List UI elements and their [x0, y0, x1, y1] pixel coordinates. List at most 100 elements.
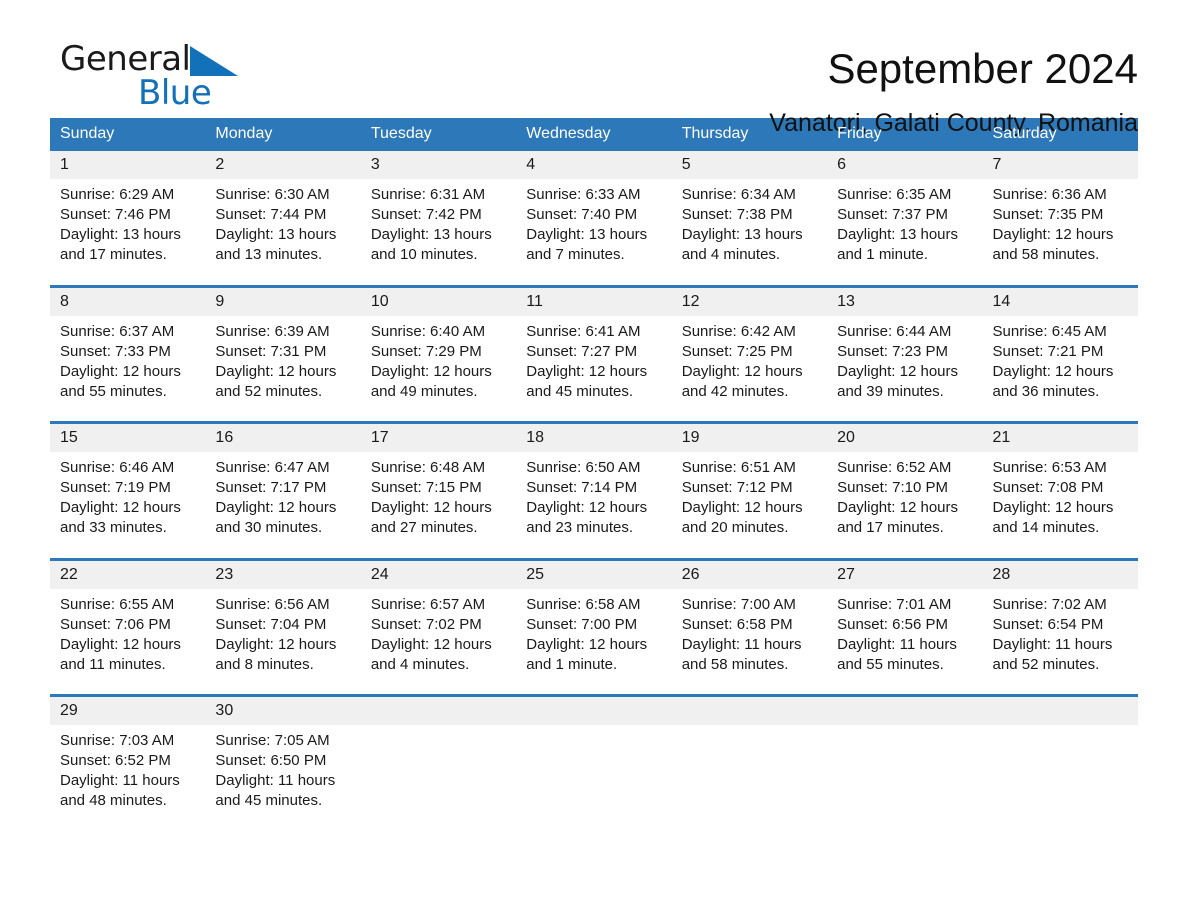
day-detail-cell[interactable]: Sunrise: 7:05 AM Sunset: 6:50 PM Daylight:…	[205, 725, 361, 832]
day-detail-cell[interactable]: Sunrise: 7:00 AM Sunset: 6:58 PM Daylight:…	[671, 588, 828, 696]
day-detail-cell[interactable]: Sunrise: 6:56 AM Sunset: 7:04 PM Daylight:…	[205, 588, 361, 696]
day-detail-cell[interactable]: Sunrise: 6:50 AM Sunset: 7:14 PM Daylight:…	[516, 452, 672, 559]
sunset-text: Sunset: 6:52 PM	[60, 752, 171, 769]
daylight-text-line2: and 11 minutes.	[60, 655, 166, 673]
daylight-text-line1: Daylight: 11 hours	[681, 635, 802, 653]
day-number-cell[interactable]: 12	[671, 284, 828, 316]
day-detail-cell[interactable]: Sunrise: 6:47 AM Sunset: 7:17 PM Daylight:…	[205, 452, 361, 559]
day-number-cell[interactable]: 15	[50, 421, 206, 452]
day-number-cell[interactable]: 30	[205, 694, 361, 725]
daylight-text-line2: and 55 minutes.	[60, 382, 167, 400]
day-detail-cell[interactable]: Sunrise: 6:51 AM Sunset: 7:12 PM Daylight:…	[671, 452, 828, 559]
day-number-cell[interactable]: 19	[671, 421, 828, 452]
day-detail-cell[interactable]: Sunrise: 6:29 AM Sunset: 7:46 PM Daylight:…	[50, 179, 206, 286]
sunrise-sunset-calendar: Sunday Monday Tuesday Wednesday Thursday…	[50, 118, 1138, 832]
day-detail-cell[interactable]: Sunrise: 6:34 AM Sunset: 7:38 PM Daylight:…	[671, 179, 828, 286]
generalblue-logo[interactable]: General Blue	[50, 42, 310, 122]
day-detail-cell[interactable]: Sunrise: 6:58 AM Sunset: 7:00 PM Daylight:…	[516, 588, 672, 696]
sunset-text: Sunset: 6:50 PM	[215, 752, 327, 769]
day-number-cell[interactable]: 13	[827, 284, 983, 316]
day-number-cell[interactable]: 1	[50, 151, 206, 179]
day-detail-cell[interactable]: Sunrise: 6:48 AM Sunset: 7:15 PM Daylight:…	[360, 452, 517, 559]
day-number-cell[interactable]: 2	[205, 151, 361, 179]
day-detail-cell[interactable]: Sunrise: 6:46 AM Sunset: 7:19 PM Daylight:…	[50, 452, 206, 559]
day-number-cell[interactable]: 10	[360, 284, 517, 316]
sunset-text: Sunset: 7:40 PM	[526, 206, 638, 223]
sunrise-text: Sunrise: 6:36 AM	[992, 186, 1107, 203]
daylight-text-line1: Daylight: 13 hours	[526, 226, 648, 243]
daylight-text-line2: and 58 minutes.	[681, 655, 789, 673]
day-detail-cell[interactable]: Sunrise: 7:03 AM Sunset: 6:52 PM Daylight:…	[50, 725, 206, 832]
day-number-cell[interactable]: 26	[671, 557, 828, 589]
day-number-cell[interactable]: 14	[982, 284, 1138, 316]
sunrise-text: Sunrise: 6:55 AM	[60, 595, 175, 613]
sunrise-text: Sunrise: 6:40 AM	[370, 322, 486, 340]
day-detail: Sunrise: 7:03 AM Sunset: 6:52 PM Daylight:…	[60, 731, 197, 811]
daylight-text-line1: Daylight: 12 hours	[215, 635, 337, 653]
day-detail-cell[interactable]: Sunrise: 6:57 AM Sunset: 7:02 PM Daylight:…	[360, 588, 517, 696]
day-detail-cell[interactable]: Sunrise: 7:02 AM Sunset: 6:54 PM Daylight:…	[982, 588, 1138, 696]
day-detail: Sunrise: 6:56 AM Sunset: 7:04 PM Daylight:…	[215, 595, 352, 675]
day-number-cell[interactable]: 4	[516, 151, 672, 179]
sunset-text: Sunset: 7:31 PM	[215, 342, 327, 360]
page-subtitle: Vanatori, Galati County, Romania	[769, 109, 1138, 137]
day-number-cell[interactable]: 23	[205, 557, 361, 589]
triangle-icon	[189, 46, 238, 76]
day-number-cell[interactable]: 28	[982, 557, 1138, 589]
day-detail-cell[interactable]: Sunrise: 7:01 AM Sunset: 6:56 PM Daylight:…	[827, 588, 983, 696]
day-detail: Sunrise: 7:01 AM Sunset: 6:56 PM Daylight:…	[837, 595, 974, 675]
week-detail-row: Sunrise: 6:55 AM Sunset: 7:06 PM Daylight:…	[50, 588, 1138, 696]
day-detail: Sunrise: 6:42 AM Sunset: 7:25 PM Daylight:…	[682, 322, 819, 402]
column-header-sunday: Sunday	[50, 118, 206, 151]
sunset-text: Sunset: 7:25 PM	[681, 342, 793, 360]
day-detail-cell[interactable]: Sunrise: 6:35 AM Sunset: 7:37 PM Daylight:…	[827, 179, 983, 286]
day-number-cell[interactable]: 17	[360, 421, 517, 452]
sunrise-text: Sunrise: 6:52 AM	[837, 459, 952, 476]
day-detail-cell[interactable]: Sunrise: 6:53 AM Sunset: 7:08 PM Daylight:…	[982, 452, 1138, 559]
day-number-cell[interactable]: 3	[360, 151, 517, 179]
day-detail-cell[interactable]: Sunrise: 6:45 AM Sunset: 7:21 PM Daylight:…	[982, 315, 1138, 423]
daylight-text-line1: Daylight: 12 hours	[526, 635, 648, 653]
day-detail-cell[interactable]: Sunrise: 6:44 AM Sunset: 7:23 PM Daylight:…	[827, 315, 983, 423]
empty-detail-cell	[516, 725, 672, 832]
daylight-text-line1: Daylight: 11 hours	[837, 635, 957, 653]
daylight-text-line2: and 49 minutes.	[370, 382, 478, 400]
day-number-cell[interactable]: 21	[982, 421, 1138, 452]
day-number-cell[interactable]: 24	[360, 557, 517, 589]
day-number-cell[interactable]: 16	[205, 421, 361, 452]
day-number-cell[interactable]: 29	[50, 694, 206, 725]
day-detail-cell[interactable]: Sunrise: 6:39 AM Sunset: 7:31 PM Daylight:…	[205, 315, 361, 423]
day-number-cell[interactable]: 27	[827, 557, 983, 589]
day-number-cell[interactable]: 7	[982, 151, 1138, 179]
day-detail: Sunrise: 7:05 AM Sunset: 6:50 PM Daylight:…	[215, 731, 352, 811]
column-header-tuesday: Tuesday	[360, 118, 517, 151]
day-detail-cell[interactable]: Sunrise: 6:55 AM Sunset: 7:06 PM Daylight:…	[50, 588, 206, 696]
daylight-text-line1: Daylight: 12 hours	[370, 499, 492, 516]
day-number-cell[interactable]: 8	[50, 284, 206, 316]
day-number-cell[interactable]: 20	[827, 421, 983, 452]
day-number-cell[interactable]: 11	[516, 284, 672, 316]
day-detail-cell[interactable]: Sunrise: 6:31 AM Sunset: 7:42 PM Daylight:…	[360, 179, 517, 286]
day-detail-cell[interactable]: Sunrise: 6:37 AM Sunset: 7:33 PM Daylight:…	[50, 315, 206, 423]
day-number-cell[interactable]: 5	[671, 151, 828, 179]
day-detail-cell[interactable]: Sunrise: 6:41 AM Sunset: 7:27 PM Daylight:…	[516, 315, 672, 423]
day-detail-cell[interactable]: Sunrise: 6:36 AM Sunset: 7:35 PM Daylight:…	[982, 179, 1138, 286]
daylight-text-line2: and 58 minutes.	[992, 246, 1100, 263]
day-detail-cell[interactable]: Sunrise: 6:30 AM Sunset: 7:44 PM Daylight:…	[205, 179, 361, 286]
week-daynumber-row: 1234567	[50, 151, 1138, 179]
sunset-text: Sunset: 7:02 PM	[370, 615, 482, 633]
daylight-text-line2: and 17 minutes.	[60, 246, 167, 263]
day-number-cell[interactable]: 18	[516, 421, 672, 452]
day-detail-cell[interactable]: Sunrise: 6:52 AM Sunset: 7:10 PM Daylight:…	[827, 452, 983, 559]
day-number-cell[interactable]: 6	[827, 151, 983, 179]
day-number-cell[interactable]: 9	[205, 284, 361, 316]
week-daynumber-row: 15 16 17 18 19 20 21	[50, 421, 1138, 452]
day-detail-cell[interactable]: Sunrise: 6:42 AM Sunset: 7:25 PM Daylight:…	[671, 315, 828, 423]
day-detail: Sunrise: 6:47 AM Sunset: 7:17 PM Daylight:…	[215, 458, 352, 538]
week-detail-row: Sunrise: 6:37 AM Sunset: 7:33 PM Daylight:…	[50, 315, 1138, 423]
day-detail-cell[interactable]: Sunrise: 6:33 AM Sunset: 7:40 PM Daylight:…	[516, 179, 672, 286]
day-number-cell[interactable]: 25	[516, 557, 672, 589]
day-detail: Sunrise: 6:52 AM Sunset: 7:10 PM Daylight:…	[837, 458, 974, 538]
day-number-cell[interactable]: 22	[50, 557, 206, 589]
day-detail-cell[interactable]: Sunrise: 6:40 AM Sunset: 7:29 PM Daylight:…	[360, 315, 517, 423]
